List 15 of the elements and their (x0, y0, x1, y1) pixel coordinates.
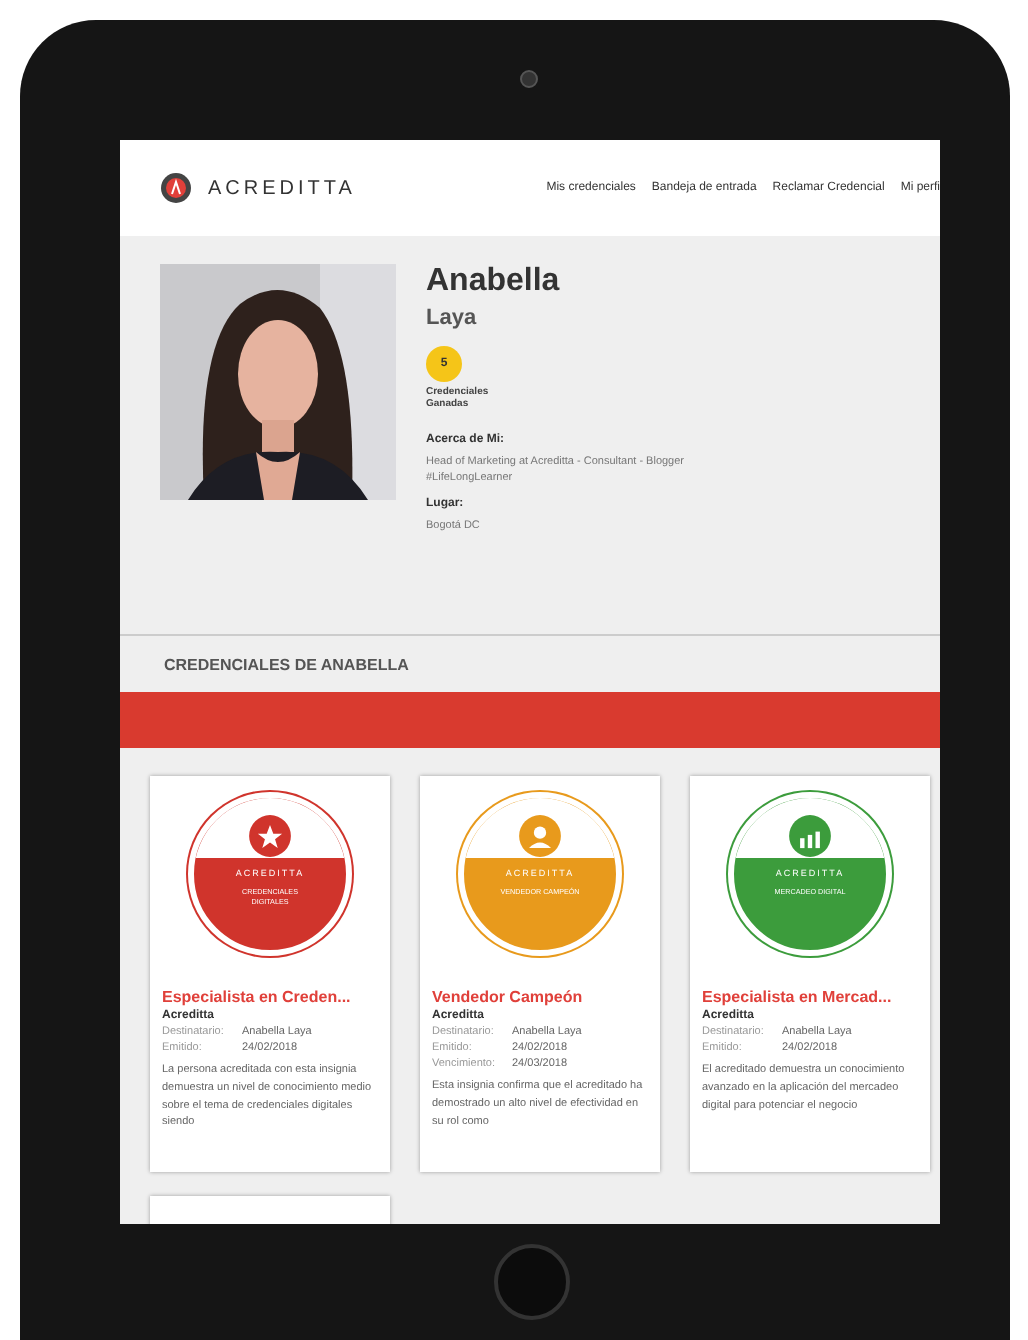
badge-person-icon (518, 814, 562, 858)
credential-card[interactable] (690, 776, 930, 1172)
first-name: Anabella (426, 264, 560, 300)
section-title: CREDENCIALES DE ANABELLA (162, 653, 411, 677)
camera-icon (520, 70, 538, 88)
badge-chart-icon (788, 814, 832, 858)
credential-card[interactable] (150, 776, 390, 1172)
credential-title[interactable]: Vendedor Campeón (432, 988, 648, 1006)
home-button[interactable] (494, 1244, 570, 1320)
logo-icon (160, 172, 192, 204)
credential-title[interactable]: Especialista en Creden... (162, 988, 378, 1006)
credential-title[interactable]: Especialista en Mercad... (702, 988, 918, 1006)
brand-name: ACREDITTA (208, 177, 356, 199)
last-name: Laya (426, 306, 477, 330)
credential-card[interactable] (420, 776, 660, 1172)
